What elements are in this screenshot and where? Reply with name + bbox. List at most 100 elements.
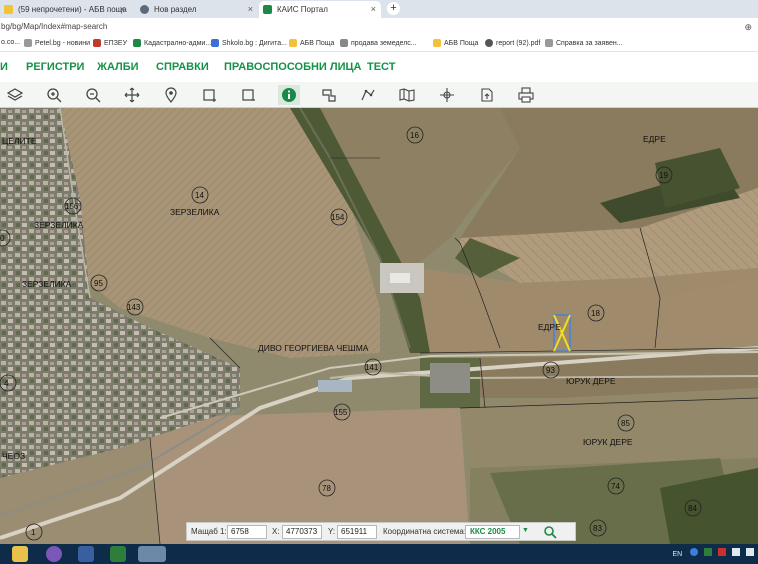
bookmark-item[interactable]: Petel.bg - новини: [24, 39, 90, 47]
tab-close-icon[interactable]: ×: [248, 4, 253, 14]
app-icon[interactable]: [110, 546, 126, 562]
menu-item-licensed-persons[interactable]: ПРАВОСПОСОБНИ ЛИЦА: [224, 61, 362, 73]
menu-item-partial[interactable]: И: [0, 61, 8, 73]
locality-label: ЦЕЛИТЕ: [2, 136, 37, 146]
map-toolbar: [0, 82, 758, 108]
map-icon[interactable]: [396, 85, 418, 105]
browser-tab-abv[interactable]: (59 непрочетени) - АБВ поща ×: [0, 1, 130, 18]
os-taskbar: EN: [0, 544, 758, 564]
svg-text:4: 4: [4, 379, 9, 388]
locality-label: ЗЕРЗЕЛИКА: [22, 279, 72, 289]
svg-text:141: 141: [365, 363, 379, 372]
x-coordinate-field[interactable]: 4770373: [282, 525, 322, 539]
zoom-in-icon[interactable]: [43, 85, 65, 105]
browser-tab-bar: (59 непрочетени) - АБВ поща × Нов раздел…: [0, 0, 758, 18]
menu-item-test[interactable]: ТЕСТ: [367, 61, 395, 73]
svg-text:93: 93: [546, 366, 555, 375]
coordinate-system-select[interactable]: ККС 2005: [465, 525, 520, 539]
paint-icon[interactable]: [138, 546, 166, 562]
bookmark-item[interactable]: o.co...: [1, 39, 20, 46]
kais-icon: [263, 5, 272, 14]
bookmark-item[interactable]: АБВ Поща: [433, 39, 478, 47]
measure-distance-icon[interactable]: [357, 85, 379, 105]
zoom-icon[interactable]: ⊕: [744, 18, 752, 36]
tray-app-icon[interactable]: [718, 548, 727, 556]
y-coordinate-field[interactable]: 651911: [337, 525, 377, 539]
bookmark-icon: [93, 39, 101, 47]
viber-icon[interactable]: [46, 546, 62, 562]
locality-label: ЗЕРЗЕЛИКА: [170, 207, 220, 217]
bookmark-icon: [545, 39, 553, 47]
tray-app-icon[interactable]: [704, 548, 713, 556]
y-label: Y:: [328, 527, 336, 536]
bookmark-item[interactable]: Справка за заявен...: [545, 39, 623, 47]
print-icon[interactable]: [515, 85, 537, 105]
locality-label: ЮРУК ДЕРЕ: [583, 437, 633, 447]
bookmark-icon: [485, 39, 493, 47]
menu-item-reports[interactable]: СПРАВКИ: [156, 61, 209, 73]
portal-menu-bar: И РЕГИСТРИ ЖАЛБИ СПРАВКИ ПРАВОСПОСОБНИ Л…: [0, 52, 758, 82]
app-icon[interactable]: [78, 546, 94, 562]
network-icon[interactable]: [732, 548, 741, 556]
svg-text:74: 74: [611, 482, 620, 491]
draw-rectangle-plus-icon[interactable]: [199, 85, 221, 105]
address-bar[interactable]: bg/bg/Map/Index#map-search ⊕: [0, 18, 758, 36]
zoom-out-icon[interactable]: [82, 85, 104, 105]
location-pin-icon[interactable]: [160, 85, 182, 105]
file-explorer-icon[interactable]: [12, 546, 28, 562]
address-url: bg/bg/Map/Index#map-search: [1, 22, 108, 31]
svg-text:16: 16: [410, 131, 419, 140]
locality-label: ЕДРЕ: [538, 322, 561, 332]
language-indicator[interactable]: EN: [673, 551, 683, 558]
svg-text:14: 14: [195, 191, 204, 200]
bookmark-icon: [340, 39, 348, 47]
cadastral-map[interactable]: 16 14 156 154 19 95 143 18 93 141 155 85…: [0, 108, 758, 544]
bookmark-item[interactable]: Кадастрално-адми...: [133, 39, 211, 47]
svg-text:156: 156: [65, 202, 79, 211]
tab-label: КАИС Портал: [277, 5, 328, 14]
help-icon[interactable]: [690, 548, 699, 556]
browser-tab-new[interactable]: Нов раздел ×: [136, 1, 258, 18]
svg-text:84: 84: [688, 504, 697, 513]
bookmark-item[interactable]: report (92).pdf: [485, 39, 540, 47]
bookmark-icon: [289, 39, 297, 47]
tab-close-icon[interactable]: ×: [120, 4, 125, 14]
locality-label: ЗЕРЗЕЛИКА: [34, 220, 84, 230]
bookmark-icon: [24, 39, 32, 47]
x-label: X:: [272, 527, 280, 536]
pan-icon[interactable]: [121, 85, 143, 105]
menu-item-registers[interactable]: РЕГИСТРИ: [26, 61, 84, 73]
export-icon[interactable]: [476, 85, 498, 105]
svg-text:143: 143: [127, 303, 141, 312]
scale-input[interactable]: 6758: [227, 525, 267, 539]
locality-label: ДИВО ГЕОРГИЕВА ЧЕШМА: [258, 343, 369, 353]
bookmark-item[interactable]: АБВ Поща: [289, 39, 334, 47]
measure-area-icon[interactable]: [318, 85, 340, 105]
tab-label: (59 непрочетени) - АБВ поща: [18, 5, 127, 14]
info-icon[interactable]: [278, 85, 300, 105]
scale-label: Мащаб 1:: [191, 527, 227, 536]
abv-mail-icon: [4, 5, 13, 14]
coordinate-system-label: Координатна система:: [383, 527, 467, 536]
tab-label: Нов раздел: [154, 5, 197, 14]
svg-text:155: 155: [334, 408, 348, 417]
volume-icon[interactable]: [746, 548, 754, 556]
bookmark-icon: [211, 39, 219, 47]
bookmark-item[interactable]: Shkolo.bg : Дигита...: [211, 39, 287, 47]
tab-close-icon[interactable]: ×: [371, 4, 376, 14]
browser-tab-kais[interactable]: КАИС Портал ×: [259, 1, 381, 18]
svg-text:154: 154: [331, 213, 345, 222]
bookmark-icon: [133, 39, 141, 47]
locality-label: ЕДРЕ: [643, 134, 666, 144]
locality-label: ЧЕОЗ: [2, 451, 25, 461]
bookmark-item[interactable]: продава земеделс...: [340, 39, 417, 47]
chevron-down-icon[interactable]: ▼: [522, 527, 529, 534]
coordinates-icon[interactable]: [436, 85, 458, 105]
menu-item-complaints[interactable]: ЖАЛБИ: [97, 61, 139, 73]
new-tab-button[interactable]: +: [387, 2, 400, 15]
layers-icon[interactable]: [4, 85, 26, 105]
bookmark-item[interactable]: ЕПЗЕУ: [93, 39, 127, 47]
svg-text:95: 95: [94, 279, 103, 288]
draw-rectangle-minus-icon[interactable]: [238, 85, 260, 105]
search-icon[interactable]: [543, 525, 557, 541]
